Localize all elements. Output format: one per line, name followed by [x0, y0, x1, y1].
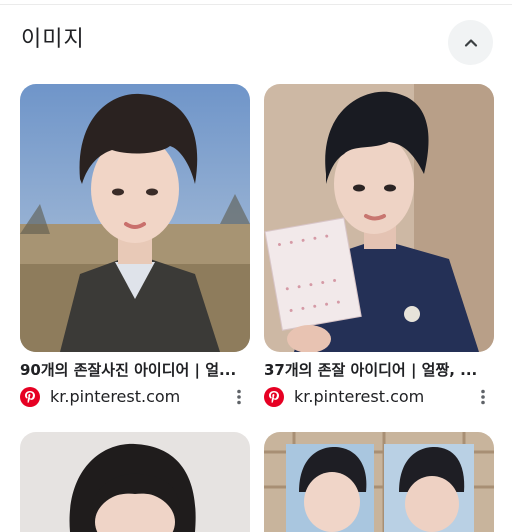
more-options-button[interactable] — [228, 386, 250, 408]
image-result-card[interactable]: 37개의 존잘 아이디어 | 얼짱, ... kr.pinterest.com — [264, 84, 494, 407]
result-thumbnail[interactable] — [264, 432, 494, 532]
collapse-button[interactable] — [448, 20, 493, 65]
result-source-domain: kr.pinterest.com — [50, 387, 181, 406]
section-title: 이미지 — [21, 27, 85, 52]
result-thumbnail[interactable] — [20, 84, 250, 352]
chevron-up-icon — [464, 38, 477, 47]
pinterest-icon — [20, 387, 40, 407]
image-result-card[interactable]: 90개의 존잘사진 아이디어 | 얼... kr.pinterest.com — [20, 84, 250, 407]
result-caption[interactable]: 37개의 존잘 아이디어 | 얼짱, ... — [264, 360, 494, 380]
result-thumbnail[interactable] — [20, 432, 250, 532]
more-options-button[interactable] — [472, 386, 494, 408]
result-source[interactable]: kr.pinterest.com — [20, 386, 250, 408]
result-thumbnail[interactable] — [264, 84, 494, 352]
more-vert-icon — [481, 389, 485, 405]
result-caption[interactable]: 90개의 존잘사진 아이디어 | 얼... — [20, 360, 250, 380]
more-vert-icon — [237, 389, 241, 405]
top-divider — [0, 4, 512, 5]
pinterest-icon — [264, 387, 284, 407]
result-source-domain: kr.pinterest.com — [294, 387, 425, 406]
result-source[interactable]: kr.pinterest.com — [264, 386, 494, 408]
